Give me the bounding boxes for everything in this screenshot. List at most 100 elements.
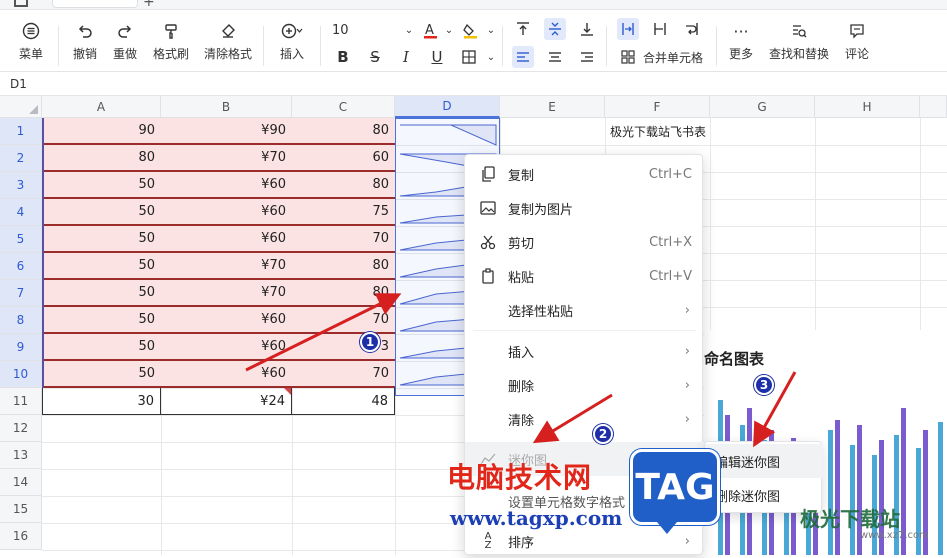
row-header[interactable]: 16 bbox=[0, 523, 42, 550]
align-left-icon[interactable] bbox=[512, 46, 534, 68]
row-header[interactable]: 2 bbox=[0, 145, 42, 172]
font-size-select[interactable]: 10 bbox=[332, 19, 372, 41]
row-header[interactable]: 14 bbox=[0, 469, 42, 496]
font-color-dropdown-icon[interactable]: ⌄ bbox=[438, 19, 460, 41]
merge-cells-button[interactable]: 合并单元格 bbox=[643, 46, 707, 68]
row-header[interactable]: 11 bbox=[0, 388, 42, 415]
cell-b4[interactable]: ¥60 bbox=[161, 199, 292, 226]
cell-a3[interactable]: 50 bbox=[42, 172, 161, 199]
cell-c2[interactable]: 60 bbox=[292, 145, 395, 172]
column-header-d[interactable]: D bbox=[395, 96, 500, 118]
row-header[interactable]: 9 bbox=[0, 334, 42, 361]
cell-c7[interactable]: 80 bbox=[292, 280, 395, 307]
align-center-icon[interactable] bbox=[544, 46, 566, 68]
wrap-clip-icon[interactable] bbox=[649, 18, 671, 40]
more-button[interactable]: ··· 更多 bbox=[724, 10, 758, 62]
sheet-tab[interactable] bbox=[52, 0, 138, 8]
cell-b9[interactable]: ¥60 bbox=[161, 334, 292, 361]
row-header[interactable]: 12 bbox=[0, 415, 42, 442]
add-tab-icon[interactable]: + bbox=[143, 0, 155, 10]
column-header-h[interactable]: H bbox=[815, 96, 920, 118]
cell-c4[interactable]: 75 bbox=[292, 199, 395, 226]
menu-button[interactable]: 菜单 bbox=[10, 10, 52, 62]
align-middle-icon[interactable] bbox=[544, 18, 566, 40]
font-size-dropdown-icon[interactable]: ⌄ bbox=[398, 19, 420, 41]
cell-c1[interactable]: 80 bbox=[292, 118, 395, 145]
merge-cells-icon[interactable] bbox=[617, 46, 639, 68]
cell-a6[interactable]: 50 bbox=[42, 253, 161, 280]
cell-a7[interactable]: 50 bbox=[42, 280, 161, 307]
cell-f1[interactable]: 极光下载站飞书表 bbox=[605, 118, 735, 145]
cell-c11[interactable]: 48 bbox=[292, 388, 395, 415]
format-painter-button[interactable]: 格式刷 bbox=[150, 10, 192, 62]
column-header-e[interactable]: E bbox=[500, 96, 605, 118]
redo-button[interactable]: 重做 bbox=[108, 10, 142, 62]
column-header-partial[interactable] bbox=[920, 96, 947, 118]
border-dropdown-icon[interactable]: ⌄ bbox=[480, 46, 502, 68]
cell-a8[interactable]: 50 bbox=[42, 307, 161, 334]
cell-a11[interactable]: 30 bbox=[42, 388, 161, 415]
cell-b5[interactable]: ¥60 bbox=[161, 226, 292, 253]
cell-b7[interactable]: ¥70 bbox=[161, 280, 292, 307]
find-replace-button[interactable]: 查找和替换 bbox=[766, 10, 832, 62]
cell-a4[interactable]: 50 bbox=[42, 199, 161, 226]
menu-item-paste-special[interactable]: 选择性粘贴 › bbox=[465, 293, 704, 327]
cell-b11[interactable]: ¥24 bbox=[161, 388, 292, 415]
cell-a10[interactable]: 50 bbox=[42, 361, 161, 388]
row-header[interactable]: 7 bbox=[0, 280, 42, 307]
row-header[interactable]: 10 bbox=[0, 361, 42, 388]
cell-b6[interactable]: ¥70 bbox=[161, 253, 292, 280]
cell-a5[interactable]: 50 bbox=[42, 226, 161, 253]
bold-button[interactable]: B bbox=[332, 46, 354, 68]
cell-c5[interactable]: 70 bbox=[292, 226, 395, 253]
border-button[interactable] bbox=[458, 46, 480, 68]
cell-b3[interactable]: ¥60 bbox=[161, 172, 292, 199]
wrap-overflow-icon[interactable] bbox=[617, 18, 639, 40]
align-bottom-icon[interactable] bbox=[576, 18, 598, 40]
row-header[interactable]: 4 bbox=[0, 199, 42, 226]
home-icon[interactable] bbox=[14, 0, 28, 7]
column-header-f[interactable]: F bbox=[605, 96, 710, 118]
column-header-g[interactable]: G bbox=[710, 96, 815, 118]
undo-button[interactable]: 撤销 bbox=[68, 10, 102, 62]
italic-button[interactable]: I bbox=[395, 46, 417, 68]
menu-item-delete[interactable]: 删除 › bbox=[465, 368, 704, 402]
menu-item-copy-as-image[interactable]: 复制为图片 bbox=[465, 191, 704, 225]
underline-button[interactable]: U bbox=[426, 46, 448, 68]
cell-reference[interactable]: D1 bbox=[10, 77, 27, 91]
cell-b8[interactable]: ¥60 bbox=[161, 307, 292, 334]
cell-c8[interactable]: 70 bbox=[292, 307, 395, 334]
row-header[interactable]: 3 bbox=[0, 172, 42, 199]
wrap-text-icon[interactable] bbox=[681, 18, 703, 40]
cell-c6[interactable]: 80 bbox=[292, 253, 395, 280]
cell-b2[interactable]: ¥70 bbox=[161, 145, 292, 172]
cell-b10[interactable]: ¥60 bbox=[161, 361, 292, 388]
row-header[interactable]: 6 bbox=[0, 253, 42, 280]
cell-a2[interactable]: 80 bbox=[42, 145, 161, 172]
column-header-c[interactable]: C bbox=[292, 96, 395, 118]
row-header[interactable]: 5 bbox=[0, 226, 42, 253]
menu-item-insert[interactable]: 插入 › bbox=[465, 334, 704, 368]
cell-b1[interactable]: ¥90 bbox=[161, 118, 292, 145]
align-right-icon[interactable] bbox=[576, 46, 598, 68]
menu-item-copy[interactable]: 复制 Ctrl+C bbox=[465, 157, 704, 191]
fill-color-dropdown-icon[interactable]: ⌄ bbox=[480, 19, 502, 41]
row-header[interactable]: 15 bbox=[0, 496, 42, 523]
insert-button[interactable]: 插入 bbox=[272, 10, 312, 62]
cell-a1[interactable]: 90 bbox=[42, 118, 161, 145]
column-header-a[interactable]: A bbox=[42, 96, 161, 118]
select-all-corner[interactable] bbox=[0, 96, 42, 118]
align-top-icon[interactable] bbox=[512, 18, 534, 40]
cell-c3[interactable]: 80 bbox=[292, 172, 395, 199]
row-header[interactable]: 13 bbox=[0, 442, 42, 469]
menu-item-clear[interactable]: 清除 › bbox=[465, 402, 704, 436]
fill-color-button[interactable] bbox=[460, 19, 482, 41]
row-header[interactable]: 8 bbox=[0, 307, 42, 334]
column-header-b[interactable]: B bbox=[161, 96, 292, 118]
menu-item-paste[interactable]: 粘贴 Ctrl+V bbox=[465, 259, 704, 293]
submenu-item-edit-sparkline[interactable]: 编辑迷你图 bbox=[705, 444, 823, 478]
cell-c10[interactable]: 70 bbox=[292, 361, 395, 388]
clear-format-button[interactable]: 清除格式 bbox=[202, 10, 254, 62]
row-header[interactable]: 1 bbox=[0, 118, 42, 145]
strikethrough-button[interactable]: S bbox=[364, 46, 386, 68]
